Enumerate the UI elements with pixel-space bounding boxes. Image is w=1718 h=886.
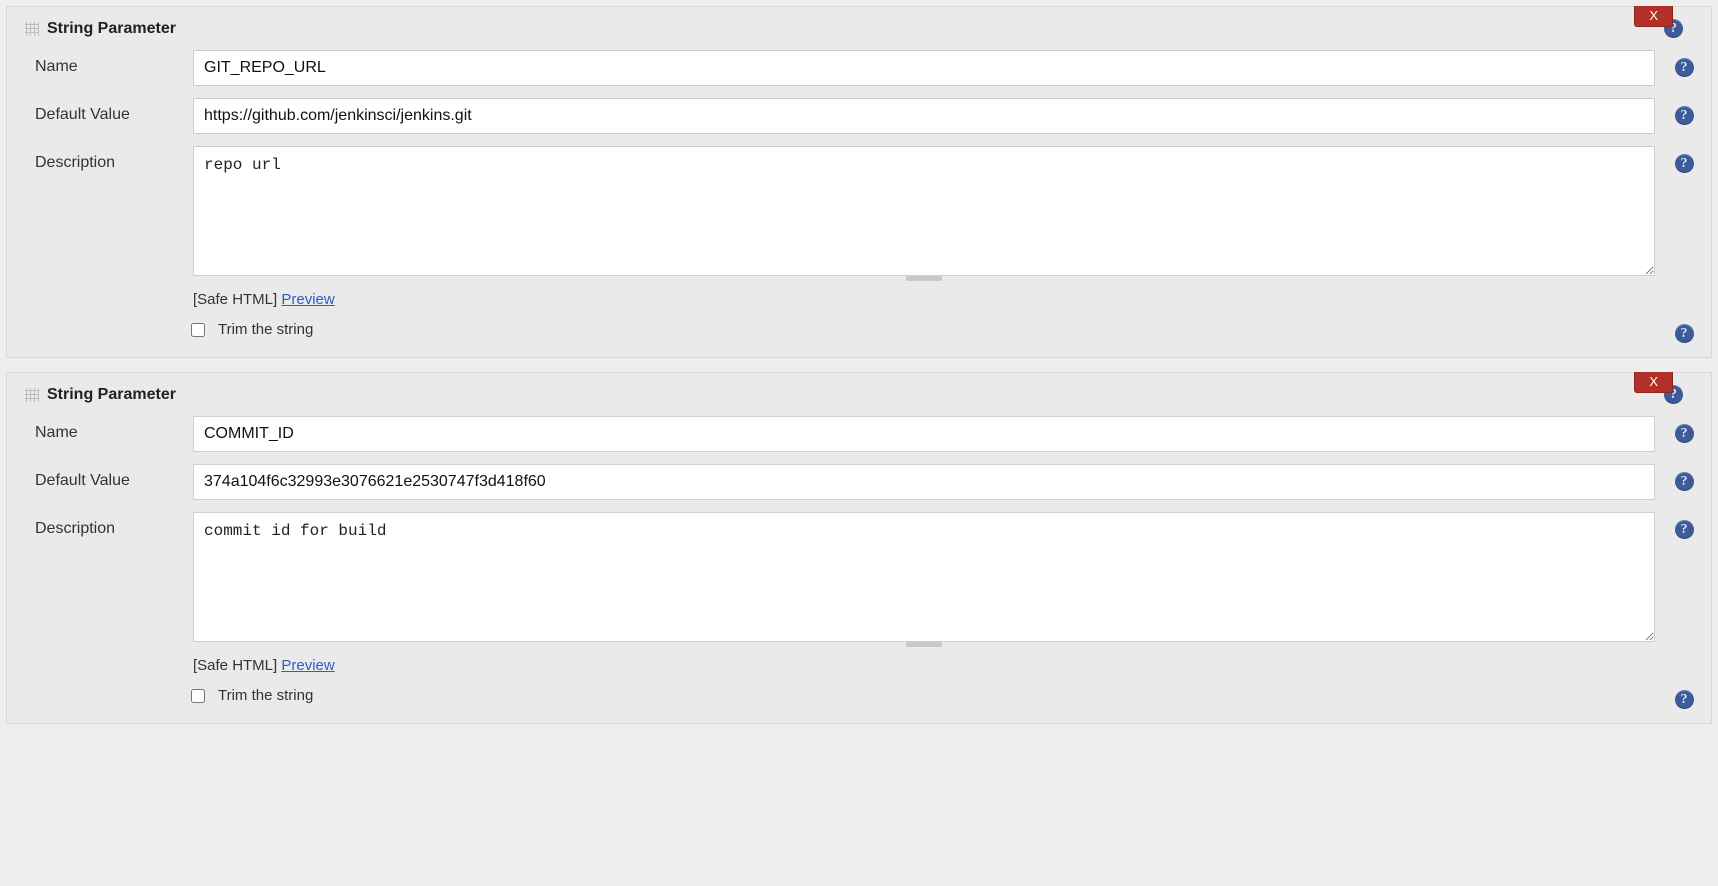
resize-grip-icon[interactable] (906, 276, 942, 281)
trim-wrapper[interactable]: Trim the string (185, 320, 1663, 340)
preview-link[interactable]: Preview (281, 291, 334, 308)
default-value-input[interactable] (193, 464, 1655, 500)
name-label: Name (35, 416, 185, 442)
delete-button[interactable]: X (1634, 372, 1673, 393)
string-parameter-block: X String Parameter Name Default Value De… (6, 6, 1712, 358)
help-icon[interactable] (1675, 472, 1694, 491)
description-textarea[interactable] (193, 146, 1655, 276)
default-value-input[interactable] (193, 98, 1655, 134)
description-label: Description (35, 146, 185, 172)
delete-button[interactable]: X (1634, 6, 1673, 27)
preview-link[interactable]: Preview (281, 657, 334, 674)
trim-label: Trim the string (218, 687, 313, 704)
safe-html-label: [Safe HTML] (193, 291, 277, 308)
help-icon[interactable] (1675, 424, 1694, 443)
name-label: Name (35, 50, 185, 76)
help-icon[interactable] (1675, 106, 1694, 125)
block-title: String Parameter (47, 20, 1664, 38)
trim-checkbox[interactable] (191, 689, 205, 703)
help-icon[interactable] (1675, 154, 1694, 173)
trim-label: Trim the string (218, 321, 313, 338)
drag-handle-icon[interactable] (25, 388, 39, 402)
default-value-label: Default Value (35, 98, 185, 124)
resize-grip-icon[interactable] (906, 642, 942, 647)
default-value-label: Default Value (35, 464, 185, 490)
trim-wrapper[interactable]: Trim the string (185, 686, 1663, 706)
drag-handle-icon[interactable] (25, 22, 39, 36)
block-title: String Parameter (47, 386, 1664, 404)
string-parameter-block: X String Parameter Name Default Value De… (6, 372, 1712, 724)
help-icon[interactable] (1675, 520, 1694, 539)
safe-html-label: [Safe HTML] (193, 657, 277, 674)
description-textarea[interactable] (193, 512, 1655, 642)
description-label: Description (35, 512, 185, 538)
help-icon[interactable] (1675, 690, 1694, 709)
trim-checkbox[interactable] (191, 323, 205, 337)
name-input[interactable] (193, 50, 1655, 86)
name-input[interactable] (193, 416, 1655, 452)
help-icon[interactable] (1675, 324, 1694, 343)
help-icon[interactable] (1675, 58, 1694, 77)
